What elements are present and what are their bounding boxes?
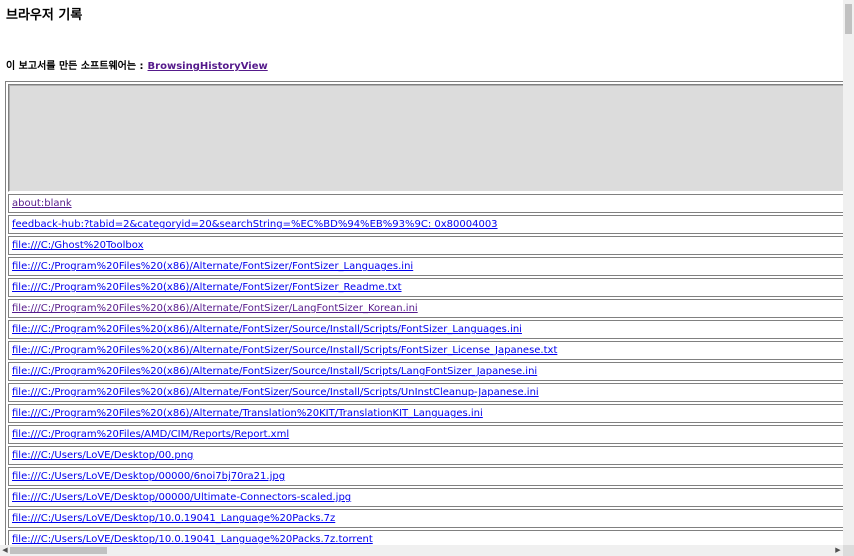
scroll-left-arrow-icon[interactable]: ◀ bbox=[1, 546, 9, 555]
table-row: file:///C:/Program%20Files%20(x86)/Alter… bbox=[8, 299, 843, 318]
table-row: file:///C:/Program%20Files%20(x86)/Alter… bbox=[8, 404, 843, 423]
vertical-scrollbar[interactable] bbox=[843, 0, 854, 545]
url-link[interactable]: file:///C:/Users/LoVE/Desktop/00000/Ulti… bbox=[12, 492, 351, 503]
horizontal-scroll-thumb[interactable] bbox=[10, 547, 107, 554]
table-row: file:///C:/Program%20Files%20(x86)/Alter… bbox=[8, 383, 843, 402]
scroll-right-arrow-icon[interactable]: ▶ bbox=[834, 546, 842, 555]
table-row: file:///C:/Program%20Files%20(x86)/Alter… bbox=[8, 278, 843, 297]
url-link[interactable]: file:///C:/Program%20Files%20(x86)/Alter… bbox=[12, 387, 539, 398]
vertical-scroll-thumb[interactable] bbox=[845, 4, 852, 34]
history-table: about:blank feedback-hub:?tabid=2&categor… bbox=[5, 81, 843, 545]
page-title: 브라우저 기록 bbox=[6, 8, 83, 23]
url-link[interactable]: file:///C:/Users/LoVE/Desktop/00.png bbox=[12, 450, 193, 461]
table-row: file:///C:/Users/LoVE/Desktop/10.0.19041… bbox=[8, 509, 843, 528]
credit-line: 이 보고서를 만든 소프트웨어는 : BrowsingHistoryView bbox=[6, 57, 268, 72]
table-row: file:///C:/Program%20Files%20(x86)/Alter… bbox=[8, 320, 843, 339]
table-row: file:///C:/Ghost%20Toolbox bbox=[8, 236, 843, 255]
table-row: file:///C:/Users/LoVE/Desktop/10.0.19041… bbox=[8, 530, 843, 545]
url-link[interactable]: file:///C:/Program%20Files%20(x86)/Alter… bbox=[12, 345, 557, 356]
table-header bbox=[8, 84, 843, 192]
report-page: 브라우저 기록 이 보고서를 만든 소프트웨어는 : BrowsingHistor… bbox=[0, 0, 843, 545]
table-row: file:///C:/Program%20Files/AMD/CIM/Repor… bbox=[8, 425, 843, 444]
table-row: file:///C:/Users/LoVE/Desktop/00000/6noi… bbox=[8, 467, 843, 486]
scrollbar-corner bbox=[843, 545, 854, 556]
url-link[interactable]: file:///C:/Program%20Files%20(x86)/Alter… bbox=[12, 282, 402, 293]
url-link[interactable]: file:///C:/Users/LoVE/Desktop/10.0.19041… bbox=[12, 534, 373, 545]
credit-link[interactable]: BrowsingHistoryView bbox=[148, 61, 268, 72]
url-link[interactable]: file:///C:/Users/LoVE/Desktop/10.0.19041… bbox=[12, 513, 335, 524]
url-link[interactable]: about:blank bbox=[12, 198, 72, 209]
url-link[interactable]: file:///C:/Ghost%20Toolbox bbox=[12, 240, 144, 251]
url-link[interactable]: file:///C:/Program%20Files/AMD/CIM/Repor… bbox=[12, 429, 289, 440]
url-link[interactable]: file:///C:/Program%20Files%20(x86)/Alter… bbox=[12, 261, 413, 272]
url-link[interactable]: feedback-hub:?tabid=2&categoryid=20&sear… bbox=[12, 219, 498, 230]
table-row: file:///C:/Users/LoVE/Desktop/00000/Ulti… bbox=[8, 488, 843, 507]
table-row: feedback-hub:?tabid=2&categoryid=20&sear… bbox=[8, 215, 843, 234]
horizontal-scrollbar[interactable]: ◀ ▶ bbox=[0, 545, 843, 556]
table-row: file:///C:/Program%20Files%20(x86)/Alter… bbox=[8, 341, 843, 360]
table-row: about:blank bbox=[8, 194, 843, 213]
url-link[interactable]: file:///C:/Users/LoVE/Desktop/00000/6noi… bbox=[12, 471, 285, 482]
table-body: about:blank feedback-hub:?tabid=2&categor… bbox=[6, 194, 843, 545]
table-row: file:///C:/Program%20Files%20(x86)/Alter… bbox=[8, 257, 843, 276]
url-link[interactable]: file:///C:/Program%20Files%20(x86)/Alter… bbox=[12, 408, 483, 419]
credit-text: 이 보고서를 만든 소프트웨어는 : bbox=[6, 61, 144, 72]
url-link[interactable]: file:///C:/Program%20Files%20(x86)/Alter… bbox=[12, 324, 522, 335]
table-row: file:///C:/Program%20Files%20(x86)/Alter… bbox=[8, 362, 843, 381]
url-link[interactable]: file:///C:/Program%20Files%20(x86)/Alter… bbox=[12, 366, 537, 377]
table-row: file:///C:/Users/LoVE/Desktop/00.png bbox=[8, 446, 843, 465]
url-link[interactable]: file:///C:/Program%20Files%20(x86)/Alter… bbox=[12, 303, 418, 314]
